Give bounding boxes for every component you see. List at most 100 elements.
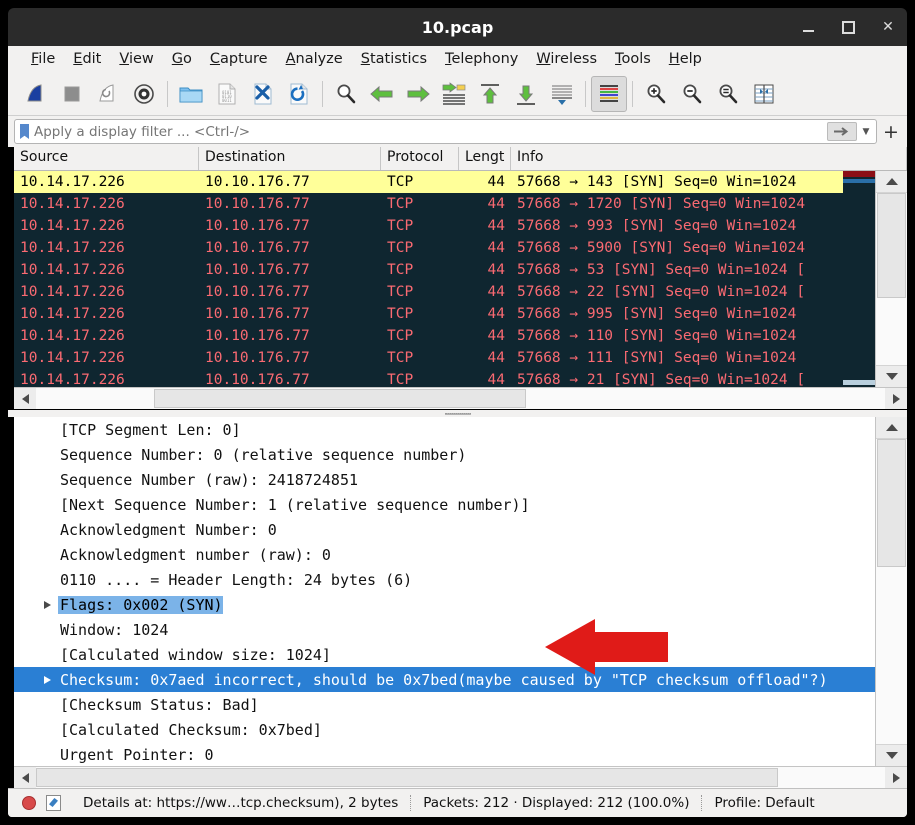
scroll-up-icon[interactable] bbox=[876, 417, 907, 439]
table-row[interactable]: 10.14.17.226 10.10.176.77 TCP 44 57668 →… bbox=[14, 281, 907, 303]
auto-scroll-icon[interactable] bbox=[544, 76, 580, 112]
column-header-protocol[interactable]: Protocol bbox=[381, 147, 459, 170]
go-back-icon[interactable] bbox=[364, 76, 400, 112]
close-icon[interactable]: ✕ bbox=[877, 16, 899, 38]
table-row[interactable]: 10.14.17.226 10.10.176.77 TCP 44 57668 →… bbox=[14, 171, 907, 193]
scroll-track[interactable] bbox=[876, 193, 907, 365]
display-filter-input-wrapper[interactable]: ▼ bbox=[14, 119, 877, 144]
detail-row-checksum[interactable]: Checksum: 0x7aed incorrect, should be 0x… bbox=[14, 667, 907, 692]
menu-help[interactable]: Help bbox=[660, 49, 711, 69]
scroll-thumb[interactable] bbox=[877, 193, 906, 298]
scroll-right-icon[interactable] bbox=[885, 388, 907, 409]
scroll-down-icon[interactable] bbox=[876, 744, 907, 766]
expand-triangle-icon[interactable] bbox=[36, 675, 58, 684]
scroll-left-icon[interactable] bbox=[14, 388, 36, 409]
menu-file[interactable]: File bbox=[22, 49, 64, 69]
table-row[interactable]: 10.14.17.226 10.10.176.77 TCP 44 57668 →… bbox=[14, 369, 907, 387]
open-file-icon[interactable] bbox=[173, 76, 209, 112]
reload-file-icon[interactable] bbox=[281, 76, 317, 112]
go-forward-icon[interactable] bbox=[400, 76, 436, 112]
expand-triangle-icon[interactable] bbox=[36, 600, 58, 609]
zoom-reset-icon[interactable] bbox=[710, 76, 746, 112]
add-filter-button[interactable]: + bbox=[881, 121, 901, 143]
menu-tools[interactable]: Tools bbox=[606, 49, 660, 69]
detail-row[interactable]: [Checksum Status: Bad] bbox=[14, 692, 907, 717]
close-file-icon[interactable] bbox=[245, 76, 281, 112]
table-row[interactable]: 10.14.17.226 10.10.176.77 TCP 44 57668 →… bbox=[14, 347, 907, 369]
maximize-icon[interactable] bbox=[837, 16, 859, 38]
intelligent-scrollbar[interactable] bbox=[843, 171, 875, 387]
packet-details-vertical-scrollbar[interactable] bbox=[875, 417, 907, 766]
column-header-destination[interactable]: Destination bbox=[199, 147, 381, 170]
detail-row[interactable]: Sequence Number (raw): 2418724851 bbox=[14, 467, 907, 492]
menu-capture[interactable]: Capture bbox=[201, 49, 277, 69]
cell-destination: 10.10.176.77 bbox=[205, 284, 310, 300]
detail-row[interactable]: [TCP Segment Len: 0] bbox=[14, 417, 907, 442]
packet-list-horizontal-scrollbar[interactable] bbox=[14, 387, 907, 409]
detail-row-flags[interactable]: Flags: 0x002 (SYN) bbox=[14, 592, 907, 617]
table-row[interactable]: 10.14.17.226 10.10.176.77 TCP 44 57668 →… bbox=[14, 303, 907, 325]
scroll-right-icon[interactable] bbox=[885, 767, 907, 788]
scroll-thumb[interactable] bbox=[877, 439, 906, 567]
scroll-up-icon[interactable] bbox=[876, 171, 907, 193]
column-header-length[interactable]: Lengt bbox=[459, 147, 511, 170]
table-row[interactable]: 10.14.17.226 10.10.176.77 TCP 44 57668 →… bbox=[14, 259, 907, 281]
column-header-info[interactable]: Info bbox=[511, 147, 907, 170]
hscroll-thumb[interactable] bbox=[154, 389, 526, 408]
save-file-icon[interactable]: 0101 0110 0011 bbox=[209, 76, 245, 112]
table-row[interactable]: 10.14.17.226 10.10.176.77 TCP 44 57668 →… bbox=[14, 237, 907, 259]
start-capture-icon[interactable] bbox=[18, 76, 54, 112]
detail-row[interactable]: [Calculated Checksum: 0x7bed] bbox=[14, 717, 907, 742]
menu-telephony[interactable]: Telephony bbox=[436, 49, 527, 69]
apply-filter-icon[interactable] bbox=[827, 122, 857, 141]
minimize-icon[interactable] bbox=[797, 16, 819, 38]
menu-edit[interactable]: Edit bbox=[64, 49, 110, 69]
packet-list-vertical-scrollbar[interactable] bbox=[875, 171, 907, 387]
menu-statistics[interactable]: Statistics bbox=[352, 49, 436, 69]
bookmark-icon[interactable] bbox=[20, 124, 29, 139]
scroll-left-icon[interactable] bbox=[14, 767, 36, 788]
capture-options-icon[interactable] bbox=[126, 76, 162, 112]
hscroll-track[interactable] bbox=[36, 388, 885, 409]
scroll-down-icon[interactable] bbox=[876, 365, 907, 387]
go-to-packet-icon[interactable] bbox=[436, 76, 472, 112]
colorize-packets-icon[interactable] bbox=[591, 75, 627, 112]
table-row[interactable]: 10.14.17.226 10.10.176.77 TCP 44 57668 →… bbox=[14, 215, 907, 237]
menu-go[interactable]: Go bbox=[163, 49, 201, 69]
detail-row[interactable]: Urgent Pointer: 0 bbox=[14, 742, 907, 766]
status-profile[interactable]: Profile: Default bbox=[714, 795, 814, 811]
column-header-source[interactable]: Source bbox=[14, 147, 199, 170]
detail-row[interactable]: Window: 1024 bbox=[14, 617, 907, 642]
capture-comments-icon[interactable] bbox=[46, 795, 61, 811]
detail-row-label: [Checksum Status: Bad] bbox=[60, 695, 259, 714]
detail-row[interactable]: Acknowledgment number (raw): 0 bbox=[14, 542, 907, 567]
pane-splitter[interactable] bbox=[8, 409, 907, 417]
detail-row[interactable]: Acknowledgment Number: 0 bbox=[14, 517, 907, 542]
stop-capture-icon[interactable] bbox=[54, 76, 90, 112]
packet-details-horizontal-scrollbar[interactable] bbox=[14, 766, 907, 788]
menu-view[interactable]: View bbox=[110, 49, 162, 69]
resize-columns-icon[interactable] bbox=[746, 76, 782, 112]
zoom-out-icon[interactable] bbox=[674, 76, 710, 112]
menu-wireless[interactable]: Wireless bbox=[527, 49, 606, 69]
cell-length: 44 bbox=[487, 284, 505, 300]
menu-analyze[interactable]: Analyze bbox=[277, 49, 352, 69]
hscroll-track[interactable] bbox=[36, 767, 885, 788]
hscroll-thumb[interactable] bbox=[36, 768, 778, 787]
table-row[interactable]: 10.14.17.226 10.10.176.77 TCP 44 57668 →… bbox=[14, 325, 907, 347]
cell-destination: 10.10.176.77 bbox=[205, 196, 310, 212]
chevron-down-icon[interactable]: ▼ bbox=[859, 127, 873, 137]
find-packet-icon[interactable] bbox=[328, 76, 364, 112]
detail-row[interactable]: [Next Sequence Number: 1 (relative seque… bbox=[14, 492, 907, 517]
zoom-in-icon[interactable] bbox=[638, 76, 674, 112]
display-filter-input[interactable] bbox=[34, 123, 827, 140]
go-to-first-packet-icon[interactable] bbox=[472, 76, 508, 112]
table-row[interactable]: 10.14.17.226 10.10.176.77 TCP 44 57668 →… bbox=[14, 193, 907, 215]
detail-row[interactable]: [Calculated window size: 1024] bbox=[14, 642, 907, 667]
restart-capture-icon[interactable] bbox=[90, 76, 126, 112]
detail-row[interactable]: 0110 .... = Header Length: 24 bytes (6) bbox=[14, 567, 907, 592]
scroll-track[interactable] bbox=[876, 439, 907, 744]
detail-row[interactable]: Sequence Number: 0 (relative sequence nu… bbox=[14, 442, 907, 467]
expert-info-icon[interactable] bbox=[22, 796, 36, 810]
go-to-last-packet-icon[interactable] bbox=[508, 76, 544, 112]
